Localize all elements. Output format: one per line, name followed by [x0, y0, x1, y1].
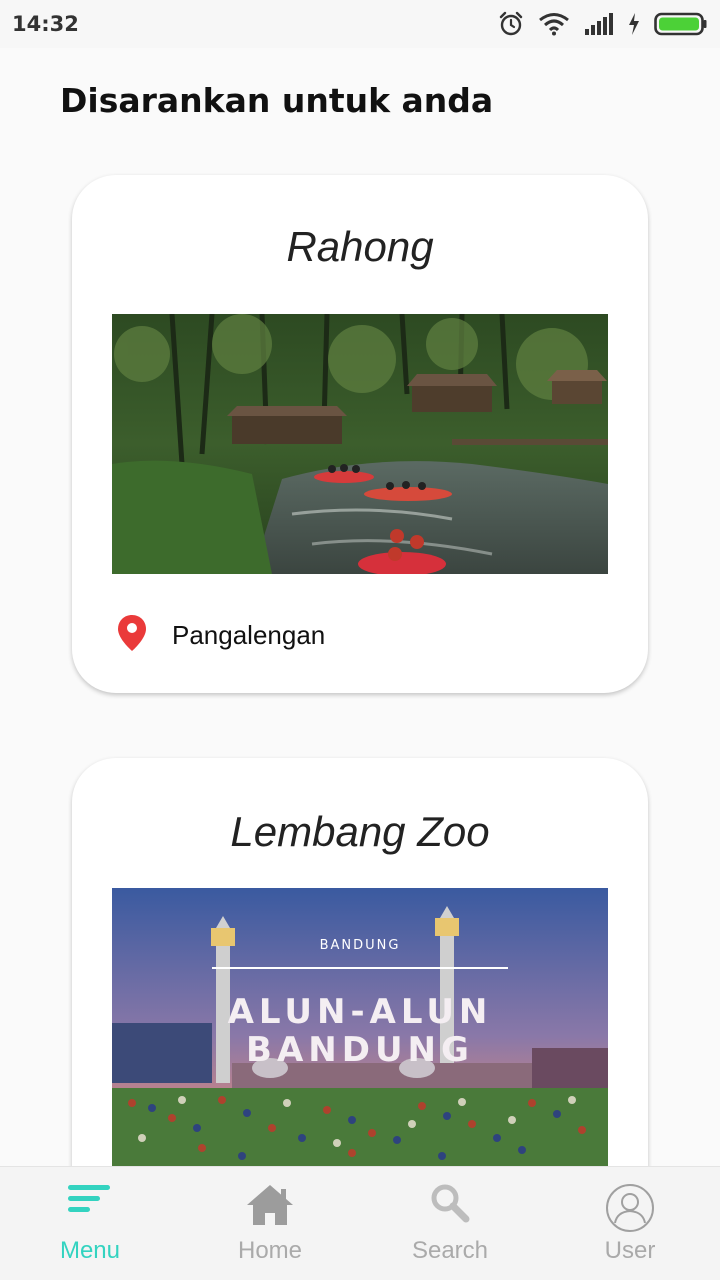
- home-icon: [245, 1183, 295, 1232]
- card-title: Rahong: [286, 223, 434, 270]
- menu-icon: [68, 1183, 112, 1220]
- status-icons: [498, 11, 708, 37]
- page-title: Disarankan untuk anda: [60, 81, 494, 118]
- river-rafting-photo[interactable]: [112, 314, 608, 574]
- nav-item-menu[interactable]: Menu: [0, 1167, 180, 1280]
- nav-label: Menu: [59, 1237, 121, 1264]
- location-text: Pangalengan: [172, 620, 326, 650]
- status-time: 14:32: [12, 12, 79, 36]
- image-kicker-text: BANDUNG: [319, 938, 401, 953]
- nav-item-search[interactable]: Search: [360, 1167, 540, 1280]
- nav-item-home[interactable]: Home: [180, 1167, 360, 1280]
- location-row: Pangalengan: [118, 615, 325, 656]
- card-title: Lembang Zoo: [230, 808, 490, 855]
- battery-icon: [654, 12, 708, 36]
- image-headline-line2: BANDUNG: [246, 1030, 474, 1070]
- wifi-icon: [538, 12, 570, 36]
- nav-label: Home: [237, 1237, 303, 1264]
- image-headline-line1: ALUN-ALUN: [227, 992, 493, 1032]
- bottom-nav: Menu Home Search User: [0, 1166, 720, 1280]
- nav-label: User: [604, 1237, 656, 1264]
- signal-icon: [584, 13, 614, 35]
- user-icon: [605, 1183, 655, 1238]
- alarm-icon: [498, 11, 524, 37]
- place-card-lembang-zoo[interactable]: Lembang Zoo BANDUNG ALUN-ALUN BANDUNG: [72, 758, 648, 1218]
- nav-label: Search: [411, 1237, 489, 1264]
- charging-icon: [628, 13, 640, 35]
- map-pin-icon: [118, 615, 146, 656]
- nav-item-user[interactable]: User: [540, 1167, 720, 1280]
- status-bar: 14:32: [0, 0, 720, 48]
- search-icon: [430, 1183, 470, 1228]
- place-card-rahong[interactable]: Rahong Pangalengan: [72, 175, 648, 693]
